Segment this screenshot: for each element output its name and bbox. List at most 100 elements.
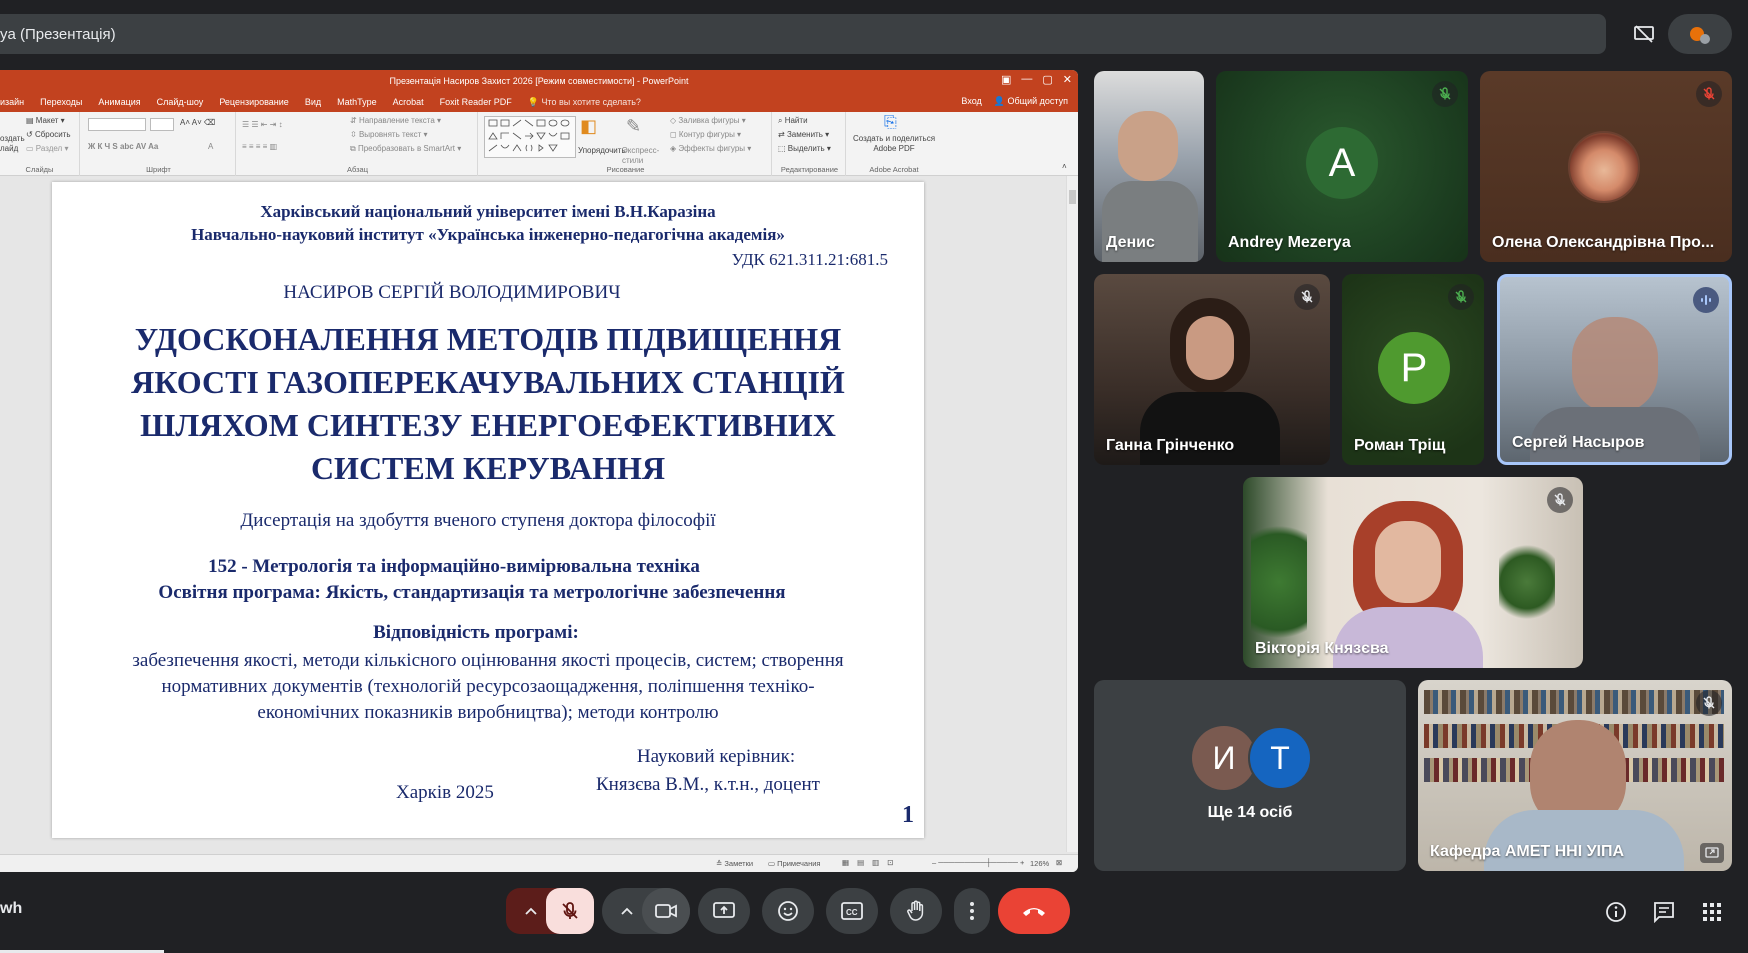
slide-specialty: 152 - Метрологія та інформаційно-вимірюв…: [208, 556, 700, 577]
avatar: [1568, 131, 1640, 203]
slide-city-year: Харків 2025: [396, 782, 494, 803]
reset-button[interactable]: ↺ Сбросить: [26, 130, 71, 139]
shape-effects-button[interactable]: ◈ Эффекты фигуры ▾: [670, 144, 751, 153]
close-icon[interactable]: ✕: [1063, 73, 1072, 86]
align-text-button[interactable]: ⇳ Выровнять текст ▾: [350, 130, 428, 139]
shapes-gallery[interactable]: [484, 116, 576, 158]
participant-tile-denys[interactable]: Денис: [1094, 71, 1204, 262]
more-options-button[interactable]: [954, 888, 990, 934]
participant-tile-olena[interactable]: Олена Олександрівна Про...: [1480, 71, 1732, 262]
new-slide-button[interactable]: оздать лайд: [0, 134, 25, 154]
scrollbar-thumb[interactable]: [1069, 190, 1076, 204]
minimize-icon[interactable]: —: [1021, 73, 1032, 86]
ppt-statusbar: ≙ Заметки ▭ Примечания ▦▤▥⊡ – ─────────┼…: [0, 854, 1078, 872]
end-call-button[interactable]: [998, 888, 1070, 934]
tab-transitions[interactable]: Переходы: [40, 97, 82, 107]
ribbon-group-editing: ⌕ Найти ⇄ Заменить ▾ ⬚ Выделить ▾ Редакт…: [774, 112, 846, 176]
raise-hand-button[interactable]: [890, 888, 942, 934]
select-button[interactable]: ⬚ Выделить ▾: [778, 144, 831, 153]
shape-outline-button[interactable]: ◻ Контур фигуры ▾: [670, 130, 741, 139]
avatar: Т: [1248, 726, 1312, 790]
comments-button[interactable]: ▭ Примечания: [768, 859, 820, 868]
participant-face: [1572, 317, 1658, 413]
quick-styles-icon: ✎: [626, 116, 642, 136]
mic-toggle-button[interactable]: [546, 888, 594, 934]
signin-link[interactable]: Вход: [961, 96, 981, 107]
shared-screen-powerpoint: Презентація Насиров Захист 2026 [Режим с…: [0, 70, 1078, 872]
tab-mathtype[interactable]: MathType: [337, 97, 377, 107]
chat-button[interactable]: [1650, 898, 1678, 926]
quick-styles-button[interactable]: Экспресс- стили: [622, 146, 659, 166]
participant-name: Ганна Грінченко: [1106, 437, 1235, 454]
participant-tile-department[interactable]: Кафедра АМЕТ ННІ УІПА: [1418, 680, 1732, 871]
arrange-button[interactable]: Упорядочить: [578, 146, 626, 155]
participant-body: [1484, 810, 1684, 871]
font-format-icons[interactable]: Ж К Ч S abc AV Aa: [88, 142, 158, 151]
text-direction-button[interactable]: ⇵ Направление текста ▾: [350, 116, 441, 125]
zoom-level[interactable]: 126%: [1030, 859, 1049, 868]
audio-options-button[interactable]: [516, 888, 546, 934]
collapse-ribbon-icon[interactable]: ˄: [1062, 162, 1067, 171]
notes-button[interactable]: ≙ Заметки: [716, 859, 753, 868]
ppt-titlebar: Презентація Насиров Захист 2026 [Режим с…: [0, 70, 1078, 92]
tab-slideshow[interactable]: Слайд-шоу: [157, 97, 204, 107]
share-button[interactable]: 👤 Общий доступ: [994, 96, 1068, 107]
tab-review[interactable]: Рецензирование: [219, 97, 289, 107]
maximize-icon[interactable]: ▢: [1042, 73, 1052, 86]
camera-toggle-button[interactable]: [642, 888, 690, 934]
tab-acrobat[interactable]: Acrobat: [393, 97, 424, 107]
others-tile[interactable]: И Т Ще 14 осіб: [1094, 680, 1406, 871]
ribbon-group-drawing: ◧ Упорядочить ✎ Экспресс- стили ◇ Заливк…: [480, 112, 772, 176]
present-screen-button[interactable]: [698, 888, 750, 934]
meeting-details-button[interactable]: [1602, 898, 1630, 926]
participant-tile-viktoriia[interactable]: Вікторія Князєва: [1243, 477, 1583, 668]
tab-view[interactable]: Вид: [305, 97, 321, 107]
video-options-button[interactable]: [612, 888, 642, 934]
slide-page-number: 1: [902, 802, 914, 828]
ribbon-options-icon[interactable]: ▣: [1001, 73, 1011, 86]
plant-decor: [1499, 537, 1555, 627]
fit-slide-icon[interactable]: ⊠: [1056, 858, 1062, 867]
find-button[interactable]: ⌕ Найти: [778, 116, 808, 126]
participant-tile-hanna[interactable]: Ганна Грінченко: [1094, 274, 1330, 465]
person-icon: 👤: [993, 96, 1006, 106]
participants-avatars-pill[interactable]: [1668, 14, 1732, 54]
tab-design[interactable]: изайн: [0, 97, 24, 107]
compliance-line: економічних показників виробництва); мет…: [257, 702, 719, 723]
participant-tile-andrey[interactable]: A Andrey Mezerya: [1216, 71, 1468, 262]
layout-button[interactable]: ▤ Макет ▾: [26, 116, 65, 125]
participant-body: [1333, 607, 1483, 668]
plant-decor: [1251, 507, 1307, 657]
slide-udk: УДК 621.311.21:681.5: [731, 250, 888, 269]
arrange-icon: ◧: [580, 116, 598, 136]
slide-editor-area: Харківський національний університет іме…: [0, 176, 1070, 852]
tab-animation[interactable]: Анимация: [98, 97, 140, 107]
reactions-button[interactable]: [762, 888, 814, 934]
align-icons[interactable]: ≡ ≡ ≡ ≡ ▥: [242, 142, 277, 151]
replace-button[interactable]: ⇄ Заменить ▾: [778, 130, 829, 139]
section-button[interactable]: ▭ Раздел ▾: [26, 144, 68, 153]
smartart-button[interactable]: ⧉ Преобразовать в SmartArt ▾: [350, 144, 461, 154]
font-name-box[interactable]: [88, 118, 146, 131]
end-call-icon: [1023, 908, 1045, 916]
slide-scrollbar[interactable]: [1066, 176, 1078, 852]
tell-me-search[interactable]: 💡 Что вы хотите сделать?: [528, 97, 641, 108]
captions-button[interactable]: CC: [826, 888, 878, 934]
stop-presenting-icon[interactable]: [1626, 16, 1662, 52]
bookshelf-decor: [1424, 690, 1724, 714]
zoom-slider[interactable]: – ─────────┼───── +: [932, 858, 1024, 867]
activities-button[interactable]: [1698, 898, 1726, 926]
shape-fill-button[interactable]: ◇ Заливка фигуры ▾: [670, 116, 746, 125]
view-buttons-icon[interactable]: ▦▤▥⊡: [842, 858, 902, 867]
compliance-line: нормативних документів (технологій ресур…: [161, 676, 815, 697]
create-pdf-button[interactable]: Создать и поделиться Adobe PDF: [850, 134, 938, 154]
font-color-icon[interactable]: A: [208, 142, 213, 151]
participant-tile-serhii[interactable]: Сергей Насыров: [1497, 274, 1732, 465]
tab-foxit[interactable]: Foxit Reader PDF: [440, 97, 512, 107]
avatar: A: [1306, 127, 1378, 199]
font-size-controls-icon[interactable]: A˄ A˅ ⌫: [180, 118, 215, 127]
participant-tile-roman[interactable]: P Роман Тріщ: [1342, 274, 1484, 465]
font-size-box[interactable]: [150, 118, 174, 131]
list-icons[interactable]: ☰ ☰ ⇤ ⇥ ↕: [242, 120, 283, 129]
svg-text:CC: CC: [846, 908, 858, 917]
